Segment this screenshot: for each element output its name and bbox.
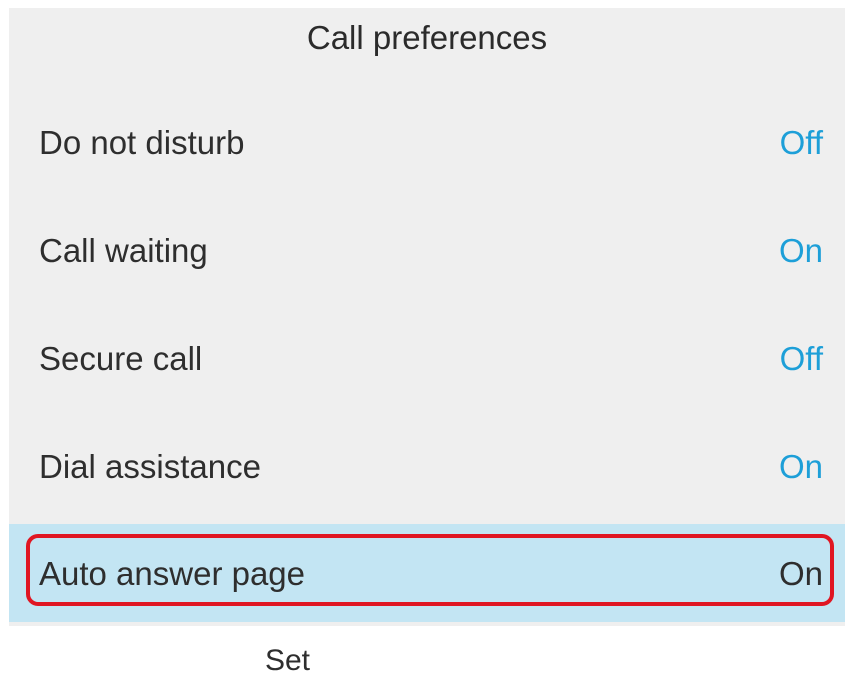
pref-label: Call waiting [39, 232, 208, 269]
pref-value: Off [779, 340, 823, 377]
pref-label: Secure call [39, 340, 203, 377]
pref-value: On [778, 448, 823, 485]
page-title: Call preferences [306, 19, 548, 56]
phone-screen: Call preferences Do not disturb Off Call… [9, 8, 845, 626]
pref-row-secure-call[interactable]: Secure call Off [9, 308, 845, 416]
softkey-bar: Set [0, 626, 853, 684]
set-softkey[interactable]: Set [230, 644, 345, 678]
pref-value: On [778, 555, 823, 592]
pref-row-auto-answer-page[interactable]: Auto answer page On [9, 524, 845, 622]
pref-label: Dial assistance [39, 448, 261, 485]
pref-label: Auto answer page [39, 555, 306, 592]
pref-value: Off [779, 124, 823, 161]
pref-label: Do not disturb [39, 124, 245, 161]
pref-row-do-not-disturb[interactable]: Do not disturb Off [9, 92, 845, 200]
pref-row-call-waiting[interactable]: Call waiting On [9, 200, 845, 308]
pref-value: On [778, 232, 823, 269]
pref-row-dial-assistance[interactable]: Dial assistance On [9, 416, 845, 524]
preferences-list: Do not disturb Off Call waiting On Secur… [9, 92, 845, 622]
